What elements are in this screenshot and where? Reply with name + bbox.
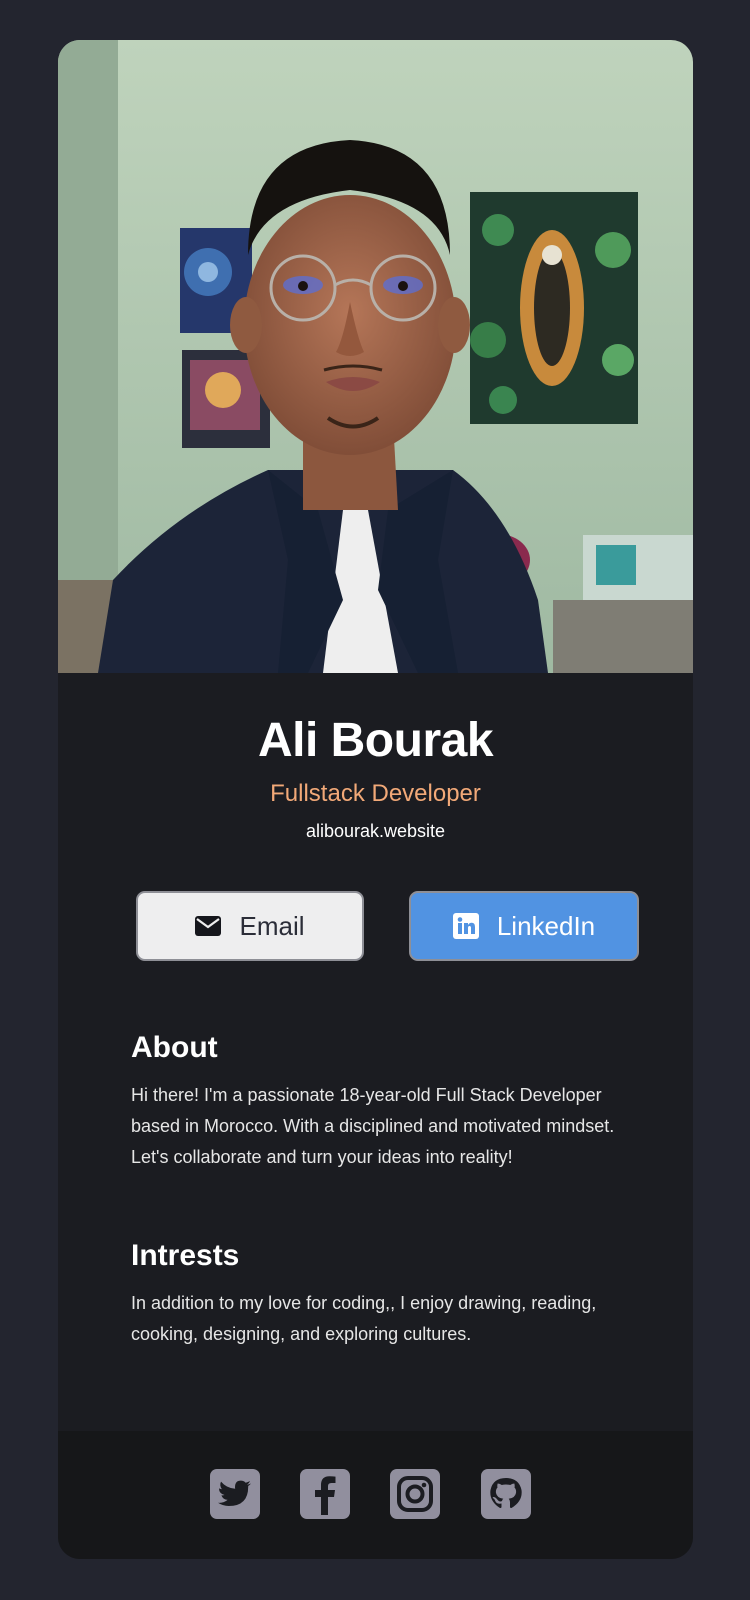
interests-heading: Intrests (131, 1239, 240, 1272)
contact-buttons: Email LinkedIn (136, 891, 639, 963)
profile-name: Ali Bourak (257, 714, 494, 767)
about-heading: About (131, 1031, 218, 1064)
linkedin-icon (452, 913, 479, 939)
about-section: About Hi there! I'm a passionate 18-year… (131, 1030, 631, 1173)
profile-photo (58, 40, 693, 673)
profile-card: Ali Bourak Fullstack Developer alibourak… (58, 40, 693, 1559)
linkedin-button[interactable]: LinkedIn (409, 891, 639, 961)
social-footer (58, 1431, 693, 1559)
about-text: Hi there! I'm a passionate 18-year-old F… (131, 1085, 615, 1167)
twitter-icon[interactable] (210, 1469, 260, 1519)
interests-section: Intrests In addition to my love for codi… (131, 1238, 631, 1350)
email-button[interactable]: Email (136, 891, 364, 961)
website-link[interactable]: alibourak.website (58, 819, 693, 843)
instagram-icon[interactable] (390, 1469, 440, 1519)
github-icon[interactable] (481, 1469, 531, 1519)
interests-text: In addition to my love for coding,, I en… (131, 1293, 597, 1344)
email-button-label: Email (239, 910, 305, 941)
envelope-icon (195, 916, 222, 936)
profile-role: Fullstack Developer (270, 780, 481, 807)
facebook-icon[interactable] (300, 1469, 350, 1519)
linkedin-button-label: LinkedIn (496, 910, 596, 941)
